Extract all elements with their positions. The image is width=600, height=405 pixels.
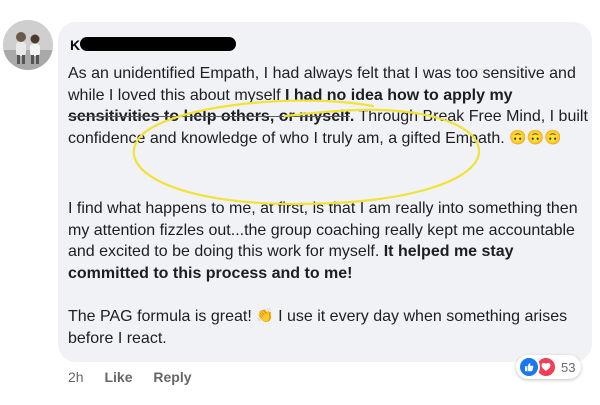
reply-button[interactable]: Reply — [153, 369, 191, 385]
comment-paragraph-1: As an unidentified Empath, I had always … — [68, 63, 588, 149]
reaction-count: 53 — [561, 359, 576, 375]
comment-paragraph-2: I find what happens to me, at first, is … — [68, 198, 588, 284]
p1-bold-1: I had no idea how to apply my — [285, 86, 513, 104]
comment-author[interactable]: K — [70, 37, 80, 53]
like-button[interactable]: Like — [104, 369, 132, 385]
upside-down-face-emoji-icon: 🙃🙃🙃 — [509, 128, 562, 145]
p1-strikethrough-text: sensitivities to help others, or myself — [68, 108, 350, 125]
avatar[interactable] — [3, 20, 53, 70]
author-name[interactable]: K — [70, 37, 80, 53]
reactions-summary[interactable]: 53 — [516, 355, 582, 379]
avatar-photo-icon — [3, 20, 53, 70]
comment-actions: 2h Like Reply — [68, 369, 209, 385]
comment-timestamp[interactable]: 2h — [68, 369, 84, 385]
like-reaction-icon — [518, 356, 540, 378]
redacted-name-bar — [80, 37, 236, 51]
p3-text-1: The PAG formula is great! — [68, 308, 257, 325]
comment-paragraph-3: The PAG formula is great! 👏 I use it eve… — [68, 306, 588, 349]
clapping-hands-emoji-icon: 👏 — [256, 307, 274, 323]
